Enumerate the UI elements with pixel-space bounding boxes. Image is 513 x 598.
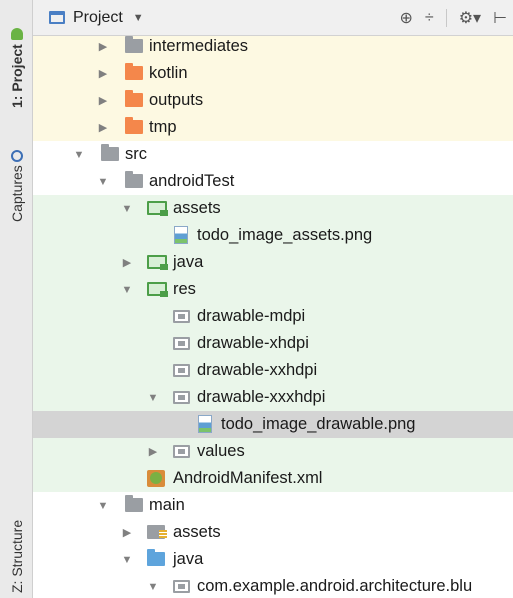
project-tool-label: 1: Project <box>9 44 25 108</box>
expand-arrow-icon[interactable]: ▶ <box>97 40 109 53</box>
structure-tool-label: Z: Structure <box>9 519 25 593</box>
tree-row-src[interactable]: ▼ src <box>33 141 513 168</box>
tree-row-label: java <box>173 550 204 568</box>
tree-row-drawable-xxxhdpi[interactable]: ▼ drawable-xxxhdpi <box>33 384 513 411</box>
tree-row-main-assets[interactable]: ▶ assets <box>33 519 513 546</box>
tree-row-package[interactable]: ▼ com.example.android.architecture.blu <box>33 573 513 598</box>
tree-row-drawable-xxhdpi[interactable]: drawable-xxhdpi <box>33 357 513 384</box>
collapse-arrow-icon[interactable]: ▼ <box>97 500 109 512</box>
collapse-arrow-icon[interactable]: ▼ <box>73 149 85 161</box>
tree-row-label: res <box>173 280 196 298</box>
tree-row-main-java[interactable]: ▼ java <box>33 546 513 573</box>
toolbar-separator <box>445 9 447 27</box>
source-folder-icon <box>147 549 165 566</box>
tool-window-stripe: 1: Project Captures Z: Structure <box>0 0 33 598</box>
tree-row-label: outputs <box>149 91 204 109</box>
package-icon <box>173 580 190 593</box>
tree-row-label: java <box>173 253 204 271</box>
tree-row-label: com.example.android.architecture.blu <box>197 577 473 595</box>
android-icon <box>11 28 23 41</box>
test-resources-folder-icon <box>147 201 168 216</box>
header-toolbar: ⊕ ÷ ⚙▾ ⊢ <box>400 0 507 36</box>
folder-icon <box>125 36 143 53</box>
folder-icon <box>125 495 143 512</box>
chevron-down-icon[interactable]: ▼ <box>133 12 144 24</box>
tree-row-kotlin[interactable]: ▶ kotlin <box>33 60 513 87</box>
project-tree: ▶ intermediates ▶ kotlin ▶ outputs ▶ tmp… <box>33 36 513 598</box>
tree-row-manifest[interactable]: AndroidManifest.xml <box>33 465 513 492</box>
tree-row-outputs[interactable]: ▶ outputs <box>33 87 513 114</box>
tree-row-main[interactable]: ▼ main <box>33 492 513 519</box>
test-sources-folder-icon <box>147 255 168 270</box>
hide-panel-icon[interactable]: ⊢ <box>493 8 507 28</box>
tree-row-label: main <box>149 496 185 514</box>
tree-row-intermediates[interactable]: ▶ intermediates <box>33 36 513 60</box>
scroll-from-source-icon[interactable]: ⊕ <box>400 8 413 28</box>
tree-row-label: values <box>197 442 245 460</box>
tree-row-label: androidTest <box>149 172 235 190</box>
tree-row-label: drawable-xxhdpi <box>197 361 318 379</box>
tree-row-label: tmp <box>149 118 177 136</box>
project-view-selector[interactable]: Project <box>73 9 123 27</box>
tree-row-drawable-mdpi[interactable]: drawable-mdpi <box>33 303 513 330</box>
tree-row-file-selected[interactable]: todo_image_drawable.png <box>33 411 513 438</box>
tree-row-values[interactable]: ▶ values <box>33 438 513 465</box>
project-tool-button[interactable]: 1: Project <box>6 8 28 128</box>
project-view-icon <box>49 11 65 24</box>
excluded-folder-icon <box>125 90 143 107</box>
tree-row-label: drawable-xhdpi <box>197 334 309 352</box>
collapse-all-icon[interactable]: ÷ <box>425 9 434 27</box>
collapse-arrow-icon[interactable]: ▼ <box>121 284 133 296</box>
excluded-folder-icon <box>125 63 143 80</box>
tree-row-label: assets <box>173 523 221 541</box>
tree-row-androidtest[interactable]: ▼ androidTest <box>33 168 513 195</box>
tree-row-label: intermediates <box>149 37 249 55</box>
folder-icon <box>173 391 190 404</box>
folder-icon <box>173 310 190 323</box>
expand-arrow-icon[interactable]: ▶ <box>121 256 133 269</box>
excluded-folder-icon <box>125 117 143 134</box>
tree-row-label: kotlin <box>149 64 188 82</box>
captures-tool-label: Captures <box>9 165 25 223</box>
assets-folder-icon <box>147 525 167 539</box>
collapse-arrow-icon[interactable]: ▼ <box>121 203 133 215</box>
captures-tool-button[interactable]: Captures <box>6 140 28 232</box>
folder-icon <box>101 144 119 161</box>
expand-arrow-icon[interactable]: ▶ <box>97 121 109 134</box>
tree-row-drawable-xhdpi[interactable]: drawable-xhdpi <box>33 330 513 357</box>
image-file-icon <box>198 415 212 433</box>
camera-icon <box>11 149 23 162</box>
collapse-arrow-icon[interactable]: ▼ <box>121 554 133 566</box>
gear-icon[interactable]: ⚙▾ <box>459 8 481 28</box>
structure-tool-button[interactable]: Z: Structure <box>6 514 28 598</box>
folder-icon <box>173 337 190 350</box>
tree-row-label: AndroidManifest.xml <box>173 469 323 487</box>
tree-row-tmp[interactable]: ▶ tmp <box>33 114 513 141</box>
folder-icon <box>125 171 143 188</box>
expand-arrow-icon[interactable]: ▶ <box>97 67 109 80</box>
tree-row-label: src <box>125 145 147 163</box>
android-manifest-icon <box>147 470 165 487</box>
expand-arrow-icon[interactable]: ▶ <box>121 526 133 539</box>
folder-icon <box>173 364 190 377</box>
tree-row-res[interactable]: ▼ res <box>33 276 513 303</box>
collapse-arrow-icon[interactable]: ▼ <box>147 392 159 404</box>
tree-row-label: todo_image_assets.png <box>197 226 373 244</box>
tree-row-label: assets <box>173 199 221 217</box>
tree-row-label: drawable-mdpi <box>197 307 306 325</box>
project-panel-header: Project ▼ ⊕ ÷ ⚙▾ ⊢ <box>33 0 513 36</box>
tree-row-file[interactable]: todo_image_assets.png <box>33 222 513 249</box>
collapse-arrow-icon[interactable]: ▼ <box>97 176 109 188</box>
tree-row-label: drawable-xxxhdpi <box>197 388 326 406</box>
tree-row-label: todo_image_drawable.png <box>221 415 416 433</box>
collapse-arrow-icon[interactable]: ▼ <box>147 581 159 593</box>
expand-arrow-icon[interactable]: ▶ <box>97 94 109 107</box>
test-resources-folder-icon <box>147 282 168 297</box>
folder-icon <box>173 445 190 458</box>
tree-row-assets[interactable]: ▼ assets <box>33 195 513 222</box>
image-file-icon <box>174 226 188 244</box>
tree-row-java[interactable]: ▶ java <box>33 249 513 276</box>
expand-arrow-icon[interactable]: ▶ <box>147 445 159 458</box>
